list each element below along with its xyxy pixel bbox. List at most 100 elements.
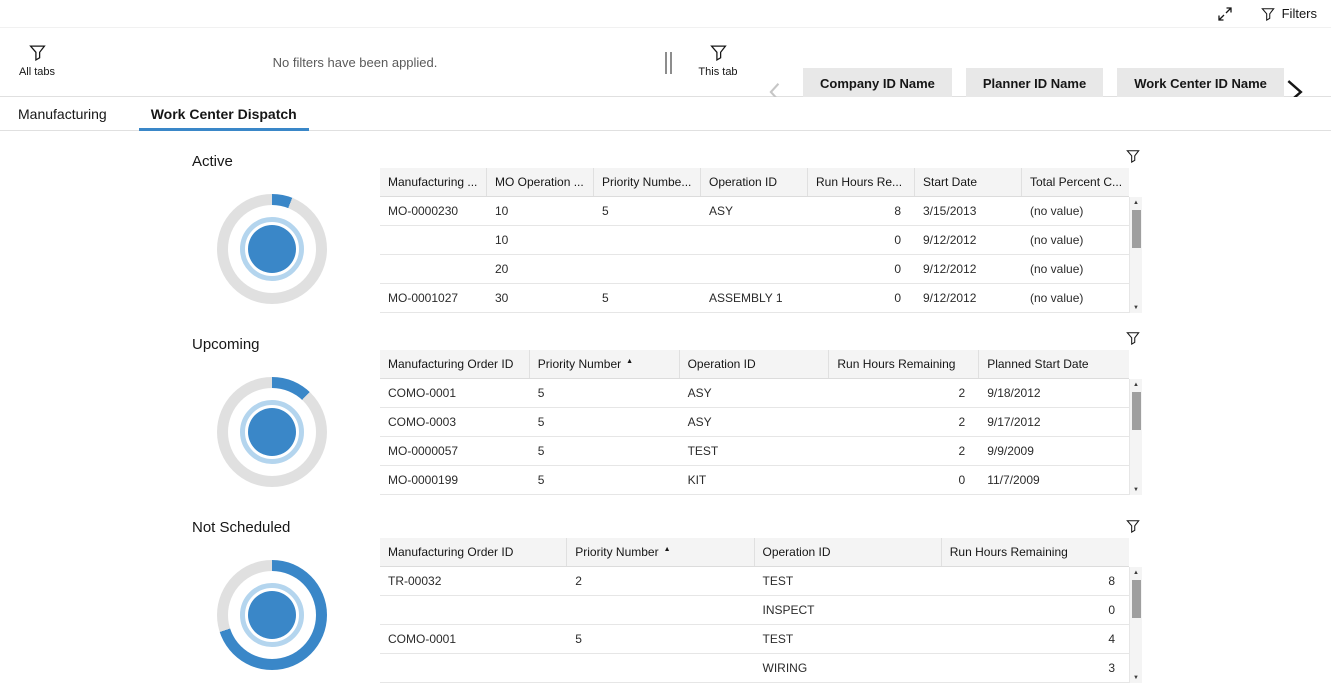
filters-label: Filters	[1282, 6, 1317, 21]
upcoming-section-filter-icon[interactable]	[1126, 331, 1140, 345]
expand-icon	[1217, 6, 1233, 22]
not-scheduled-table: Manufacturing Order IDPriority Number▲Op…	[380, 538, 1142, 683]
table-cell	[567, 596, 754, 624]
all-tabs-filter-button[interactable]: All tabs	[13, 44, 61, 78]
scrollbar-thumb[interactable]	[1132, 210, 1141, 248]
table-cell: 2	[829, 437, 979, 465]
scroll-up-icon[interactable]: ▲	[1130, 567, 1142, 578]
column-header[interactable]: Operation ID	[755, 538, 942, 566]
scroll-down-icon[interactable]: ▼	[1130, 672, 1142, 683]
filter-chip-company-id-name[interactable]: Company ID Name	[803, 68, 952, 98]
column-header[interactable]: Run Hours Remaining	[829, 350, 979, 378]
column-header[interactable]: Manufacturing Order ID	[380, 538, 567, 566]
column-header[interactable]: Operation ID	[701, 168, 808, 196]
table-cell: TEST	[680, 437, 830, 465]
table-cell: ASY	[680, 408, 830, 436]
table-cell: COMO-0003	[380, 408, 530, 436]
table-cell: 9/12/2012	[915, 226, 1022, 254]
column-header[interactable]: MO Operation ...	[487, 168, 594, 196]
vertical-scrollbar[interactable]: ▲ ▼	[1129, 567, 1142, 683]
table-row[interactable]: COMO-00015ASY29/18/2012	[380, 379, 1129, 408]
vertical-scrollbar[interactable]: ▲ ▼	[1129, 379, 1142, 495]
table-cell: 20	[487, 255, 594, 283]
column-header[interactable]: Manufacturing ...	[380, 168, 487, 196]
table-row[interactable]: 2009/12/2012(no value)	[380, 255, 1129, 284]
table-cell: ASY	[680, 379, 830, 407]
tab-manufacturing[interactable]: Manufacturing	[18, 97, 107, 130]
expand-button[interactable]	[1217, 6, 1233, 22]
table-cell	[380, 596, 567, 624]
table-cell: KIT	[680, 466, 830, 494]
table-cell: 9/12/2012	[915, 284, 1022, 312]
vertical-scrollbar[interactable]: ▲ ▼	[1129, 197, 1142, 313]
active-section-filter-icon[interactable]	[1126, 149, 1140, 163]
not-scheduled-data-grid: Manufacturing Order IDPriority Number▲Op…	[380, 538, 1129, 683]
table-cell: 10	[487, 197, 594, 225]
table-cell: 9/17/2012	[979, 408, 1129, 436]
panel-divider-handle[interactable]	[665, 52, 672, 74]
filter-bar: All tabs No filters have been applied. T…	[0, 28, 1331, 97]
column-header[interactable]: Priority Number▲	[530, 350, 680, 378]
column-header[interactable]: Run Hours Re...	[808, 168, 915, 196]
scroll-up-icon[interactable]: ▲	[1130, 197, 1142, 208]
scrollbar-thumb[interactable]	[1132, 580, 1141, 618]
upcoming-data-grid: Manufacturing Order IDPriority Number▲Op…	[380, 350, 1129, 495]
column-header[interactable]: Run Hours Remaining	[942, 538, 1129, 566]
table-cell: 5	[530, 408, 680, 436]
filter-chip-list: Company ID Name Planner ID Name Work Cen…	[803, 68, 1284, 98]
table-cell: 9/18/2012	[979, 379, 1129, 407]
table-row[interactable]: MO-00000575TEST29/9/2009	[380, 437, 1129, 466]
table-cell: 9/9/2009	[979, 437, 1129, 465]
filter-chip-planner-id-name[interactable]: Planner ID Name	[966, 68, 1103, 98]
table-cell: (no value)	[1022, 255, 1129, 283]
table-row[interactable]: WIRING3	[380, 654, 1129, 683]
no-filters-message: No filters have been applied.	[180, 55, 530, 70]
donut-center-dot	[248, 591, 296, 639]
section-title-active: Active	[192, 153, 233, 170]
table-cell: 9/12/2012	[915, 255, 1022, 283]
column-header[interactable]: Priority Number▲	[567, 538, 754, 566]
scrollbar-thumb[interactable]	[1132, 392, 1141, 430]
table-row[interactable]: MO-00001995KIT011/7/2009	[380, 466, 1129, 495]
scroll-down-icon[interactable]: ▼	[1130, 302, 1142, 313]
this-tab-filter-button[interactable]: This tab	[694, 44, 742, 78]
donut-center-dot	[248, 225, 296, 273]
tab-work-center-dispatch[interactable]: Work Center Dispatch	[139, 97, 309, 130]
table-cell: 5	[530, 379, 680, 407]
table-row[interactable]: 1009/12/2012(no value)	[380, 226, 1129, 255]
table-row[interactable]: MO-0001027305ASSEMBLY 109/12/2012(no val…	[380, 284, 1129, 313]
table-cell: 5	[567, 625, 754, 653]
filters-button[interactable]: Filters	[1261, 6, 1317, 21]
not-scheduled-section-filter-icon[interactable]	[1126, 519, 1140, 533]
not-scheduled-donut-chart[interactable]	[217, 560, 327, 670]
filter-funnel-icon	[1261, 7, 1275, 21]
column-header[interactable]: Planned Start Date	[979, 350, 1129, 378]
table-row[interactable]: MO-0000230105ASY83/15/2013(no value)	[380, 197, 1129, 226]
table-cell: 0	[942, 596, 1129, 624]
column-header[interactable]: Total Percent C...	[1022, 168, 1129, 196]
section-title-not-scheduled: Not Scheduled	[192, 519, 290, 536]
active-donut-chart[interactable]	[217, 194, 327, 304]
scroll-up-icon[interactable]: ▲	[1130, 379, 1142, 390]
column-header[interactable]: Operation ID	[680, 350, 830, 378]
table-cell: 2	[829, 379, 979, 407]
table-cell: 8	[942, 567, 1129, 595]
filter-chip-work-center-id-name[interactable]: Work Center ID Name	[1117, 68, 1284, 98]
table-cell: 5	[594, 197, 701, 225]
table-row[interactable]: TR-000322TEST8	[380, 567, 1129, 596]
table-row[interactable]: INSPECT0	[380, 596, 1129, 625]
table-cell	[594, 226, 701, 254]
table-cell: TEST	[755, 625, 942, 653]
table-row[interactable]: COMO-00015TEST4	[380, 625, 1129, 654]
active-table: Manufacturing ...MO Operation ...Priorit…	[380, 168, 1142, 313]
table-cell: 3/15/2013	[915, 197, 1022, 225]
table-cell	[567, 654, 754, 682]
column-header[interactable]: Start Date	[915, 168, 1022, 196]
column-header[interactable]: Manufacturing Order ID	[380, 350, 530, 378]
table-row[interactable]: COMO-00035ASY29/17/2012	[380, 408, 1129, 437]
scroll-down-icon[interactable]: ▼	[1130, 484, 1142, 495]
table-cell: (no value)	[1022, 197, 1129, 225]
table-cell	[380, 255, 487, 283]
column-header[interactable]: Priority Numbe...	[594, 168, 701, 196]
upcoming-donut-chart[interactable]	[217, 377, 327, 487]
